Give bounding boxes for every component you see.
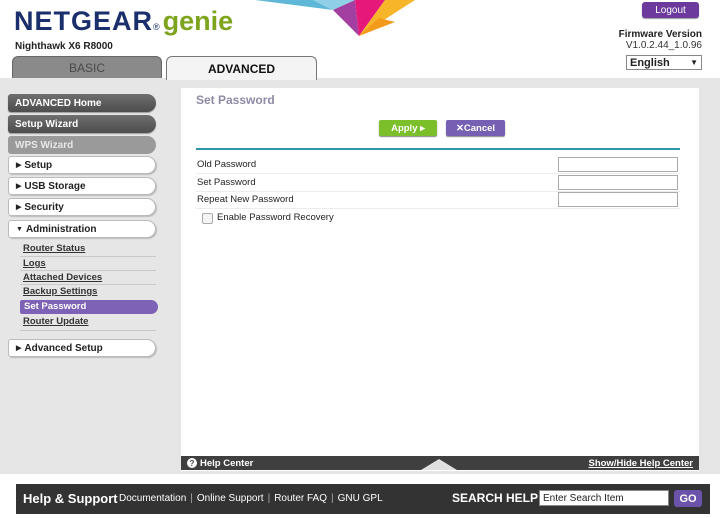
online-support-link[interactable]: Online Support [197, 493, 264, 504]
submenu-set-password[interactable]: Set Password [24, 301, 86, 312]
submenu-divider [20, 256, 156, 257]
submenu-attached-devices[interactable]: Attached Devices [23, 272, 102, 283]
language-select[interactable]: English ▼ [626, 55, 702, 70]
collapsed-arrow-icon: ▶ [16, 204, 22, 211]
gnu-gpl-link[interactable]: GNU GPL [338, 493, 383, 504]
collapsed-arrow-icon: ▶ [16, 345, 22, 352]
decorative-banner-graphic [255, 0, 415, 36]
help-center-label: Help Center [200, 457, 254, 469]
help-center-toggle[interactable]: ? Help Center [187, 456, 253, 470]
tab-basic[interactable]: BASIC [12, 56, 162, 79]
help-question-icon: ? [187, 458, 197, 468]
collapsed-arrow-icon: ▶ [16, 183, 22, 190]
tab-advanced[interactable]: ADVANCED [166, 56, 317, 80]
submenu-backup-settings[interactable]: Backup Settings [23, 286, 97, 297]
language-select-value: English [630, 56, 670, 69]
sidebar-item-label: Administration [25, 223, 97, 235]
submenu-divider [20, 330, 156, 331]
link-separator: | [190, 493, 193, 504]
expand-up-arrow-icon[interactable] [421, 459, 457, 470]
set-password-field[interactable] [558, 175, 678, 190]
old-password-field[interactable] [558, 157, 678, 172]
sidebar-item-advanced-home[interactable]: ADVANCED Home [8, 94, 156, 112]
footer-title: Help & Support [23, 491, 118, 506]
row-divider [196, 208, 680, 209]
submenu-logs[interactable]: Logs [23, 258, 46, 269]
show-hide-help-link[interactable]: Show/Hide Help Center [588, 458, 693, 469]
router-model: Nighthawk X6 R8000 [15, 41, 113, 52]
brand-genie-text: genie [162, 6, 234, 36]
password-recovery-checkbox[interactable] [202, 213, 213, 224]
sidebar-item-label: Security [24, 201, 64, 213]
collapsed-arrow-icon: ▶ [16, 162, 22, 169]
page-title: Set Password [196, 93, 275, 107]
sidebar-item-wps-wizard[interactable]: WPS Wizard [8, 136, 156, 154]
sidebar-item-administration[interactable]: ▼ Administration [8, 220, 156, 238]
search-help-input[interactable] [539, 490, 669, 506]
firmware-version-value: V1.0.2.44_1.0.96 [625, 40, 702, 51]
submenu-divider [20, 284, 156, 285]
sidebar-item-advanced-setup[interactable]: ▶ Advanced Setup [8, 339, 156, 357]
sidebar-item-label: Setup Wizard [15, 118, 79, 130]
link-separator: | [331, 493, 334, 504]
firmware-version-label: Firmware Version [618, 29, 702, 40]
section-divider [196, 148, 680, 150]
sidebar-item-label: ADVANCED Home [15, 97, 102, 109]
repeat-password-label: Repeat New Password [197, 194, 294, 205]
set-password-label: Set Password [197, 177, 256, 188]
content-panel [181, 88, 699, 471]
netgear-genie-logo: NETGEAR ® genie [14, 6, 233, 40]
sidebar-item-label: WPS Wizard [15, 139, 74, 151]
search-go-button[interactable]: GO [674, 490, 702, 507]
sidebar-item-security[interactable]: ▶ Security [8, 198, 156, 216]
submenu-divider [20, 270, 156, 271]
documentation-link[interactable]: Documentation [119, 493, 186, 504]
sidebar-item-setup-wizard[interactable]: Setup Wizard [8, 115, 156, 133]
dropdown-arrow-icon: ▼ [690, 58, 698, 67]
password-recovery-label: Enable Password Recovery [217, 212, 334, 223]
router-faq-link[interactable]: Router FAQ [274, 493, 327, 504]
sidebar-item-label: Advanced Setup [24, 342, 103, 354]
old-password-label: Old Password [197, 159, 257, 170]
sidebar-item-usb-storage[interactable]: ▶ USB Storage [8, 177, 156, 195]
submenu-router-status[interactable]: Router Status [23, 243, 85, 254]
sidebar-item-setup[interactable]: ▶ Setup [8, 156, 156, 174]
brand-netgear-text: NETGEAR [14, 6, 154, 36]
brand-registered-mark: ® [153, 22, 160, 32]
logout-button[interactable]: Logout [642, 2, 699, 18]
sidebar-item-label: Setup [24, 159, 53, 171]
row-divider [196, 173, 680, 174]
apply-button[interactable]: Apply ▸ [379, 120, 437, 136]
submenu-router-update[interactable]: Router Update [23, 316, 88, 327]
sidebar-item-label: USB Storage [24, 180, 86, 192]
expanded-arrow-icon: ▼ [16, 225, 23, 233]
repeat-password-field[interactable] [558, 192, 678, 207]
cancel-button[interactable]: ✕Cancel [446, 120, 505, 136]
search-help-label: SEARCH HELP [452, 491, 539, 505]
footer-links: Documentation | Online Support | Router … [119, 493, 383, 504]
link-separator: | [267, 493, 271, 504]
